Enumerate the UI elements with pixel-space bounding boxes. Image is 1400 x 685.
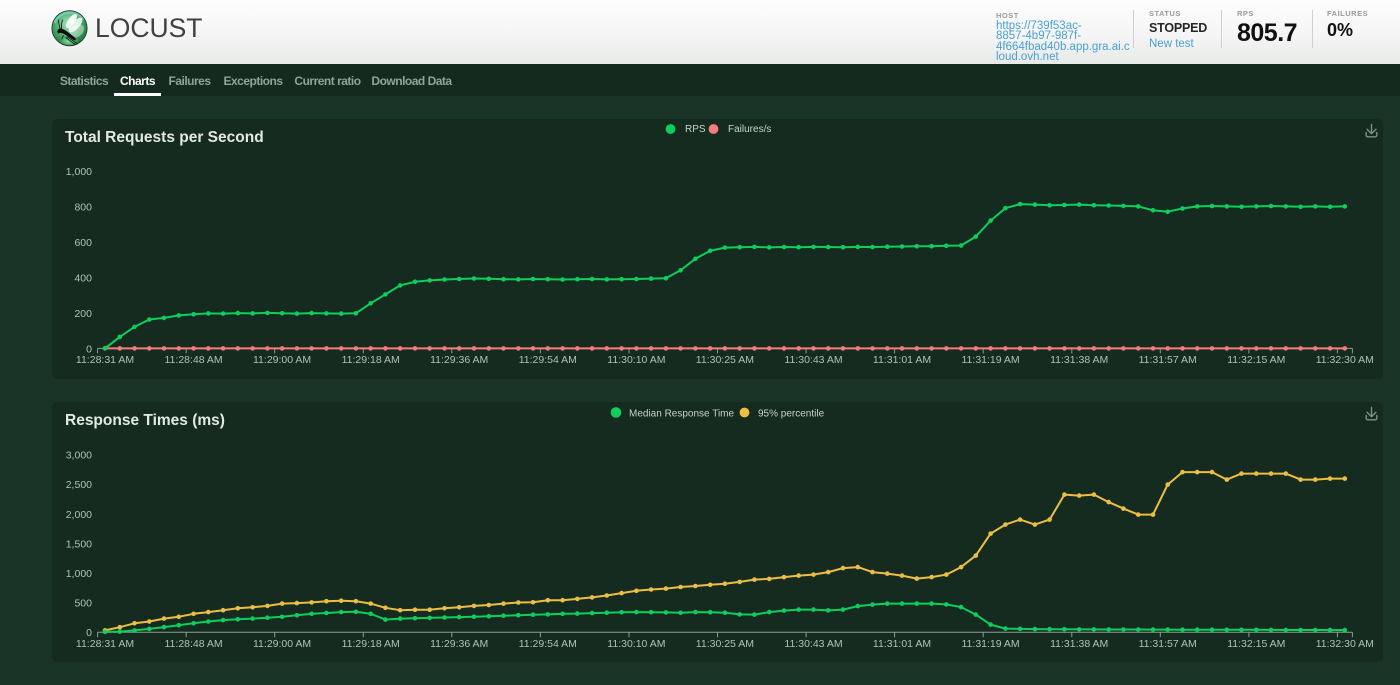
svg-text:11:30:43 AM: 11:30:43 AM xyxy=(784,354,842,366)
svg-text:11:29:18 AM: 11:29:18 AM xyxy=(342,638,400,650)
svg-text:11:31:38 AM: 11:31:38 AM xyxy=(1050,638,1108,650)
svg-text:11:31:57 AM: 11:31:57 AM xyxy=(1139,354,1197,366)
svg-text:11:29:00 AM: 11:29:00 AM xyxy=(253,354,311,366)
svg-text:1,000: 1,000 xyxy=(66,166,92,178)
svg-text:11:30:25 AM: 11:30:25 AM xyxy=(696,638,754,650)
svg-text:11:28:48 AM: 11:28:48 AM xyxy=(165,638,223,650)
svg-text:11:31:19 AM: 11:31:19 AM xyxy=(962,354,1020,366)
svg-text:2,500: 2,500 xyxy=(66,479,92,491)
svg-text:600: 600 xyxy=(74,237,92,249)
svg-text:Failures/s: Failures/s xyxy=(728,124,771,135)
svg-text:11:32:30 AM: 11:32:30 AM xyxy=(1316,638,1374,650)
svg-text:11:29:54 AM: 11:29:54 AM xyxy=(519,354,577,366)
svg-text:200: 200 xyxy=(74,308,92,320)
svg-text:2,000: 2,000 xyxy=(66,509,92,521)
svg-text:11:29:36 AM: 11:29:36 AM xyxy=(430,354,488,366)
svg-text:11:29:36 AM: 11:29:36 AM xyxy=(430,638,488,650)
svg-text:11:30:10 AM: 11:30:10 AM xyxy=(607,354,665,366)
svg-text:11:30:43 AM: 11:30:43 AM xyxy=(784,638,842,650)
svg-text:11:30:25 AM: 11:30:25 AM xyxy=(696,354,754,366)
svg-text:1,000: 1,000 xyxy=(66,568,92,580)
svg-text:11:28:48 AM: 11:28:48 AM xyxy=(165,354,223,366)
svg-text:95% percentile: 95% percentile xyxy=(758,409,825,420)
svg-text:11:28:31 AM: 11:28:31 AM xyxy=(76,638,134,650)
svg-text:3,000: 3,000 xyxy=(66,450,92,462)
svg-text:RPS: RPS xyxy=(685,124,706,135)
svg-text:11:31:38 AM: 11:31:38 AM xyxy=(1050,354,1108,366)
svg-text:11:32:15 AM: 11:32:15 AM xyxy=(1227,354,1285,366)
svg-text:11:31:57 AM: 11:31:57 AM xyxy=(1139,638,1197,650)
svg-text:11:28:31 AM: 11:28:31 AM xyxy=(76,354,134,366)
svg-text:400: 400 xyxy=(74,272,92,284)
svg-text:11:31:01 AM: 11:31:01 AM xyxy=(873,638,931,650)
svg-text:800: 800 xyxy=(74,201,92,213)
svg-text:11:32:15 AM: 11:32:15 AM xyxy=(1227,638,1285,650)
svg-text:11:29:18 AM: 11:29:18 AM xyxy=(342,354,400,366)
svg-text:1,500: 1,500 xyxy=(66,538,92,550)
svg-text:11:30:10 AM: 11:30:10 AM xyxy=(607,638,665,650)
svg-text:11:32:30 AM: 11:32:30 AM xyxy=(1316,354,1374,366)
svg-text:11:29:54 AM: 11:29:54 AM xyxy=(519,638,577,650)
svg-text:Median Response Time: Median Response Time xyxy=(629,409,734,420)
svg-text:500: 500 xyxy=(74,598,92,610)
svg-text:Total Requests per Second: Total Requests per Second xyxy=(65,129,264,146)
svg-text:Response Times (ms): Response Times (ms) xyxy=(65,412,225,429)
svg-text:11:31:01 AM: 11:31:01 AM xyxy=(873,354,931,366)
svg-text:11:29:00 AM: 11:29:00 AM xyxy=(253,638,311,650)
svg-text:11:31:19 AM: 11:31:19 AM xyxy=(962,638,1020,650)
